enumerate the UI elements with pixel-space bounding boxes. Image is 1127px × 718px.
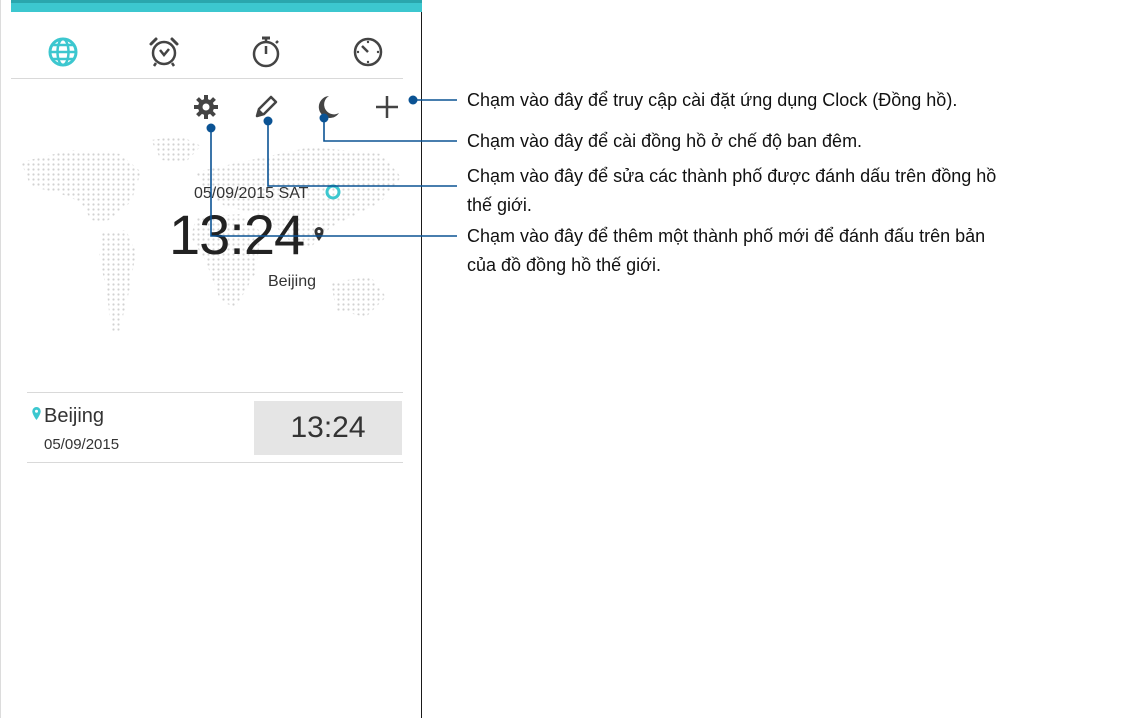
callout-dot: [408, 95, 418, 105]
callout-add-city-line2: của đồ đồng hồ thế giới.: [467, 255, 661, 275]
callout-night-mode: Chạm vào đây để cài đồng hồ ở chế độ ban…: [467, 131, 863, 151]
callout-add-city-line1: Chạm vào đây để thêm một thành phố mới đ…: [467, 226, 986, 246]
callout-dot: [263, 116, 273, 126]
callout-edit-cities-line2: thế giới.: [467, 195, 532, 215]
callout-settings: Chạm vào đây để truy cập cài đặt ứng dụn…: [467, 90, 958, 110]
callout-edit-cities-line1: Chạm vào đây để sửa các thành phố được đ…: [467, 166, 997, 186]
callout-dot: [206, 123, 216, 133]
callout-dot: [319, 113, 329, 123]
